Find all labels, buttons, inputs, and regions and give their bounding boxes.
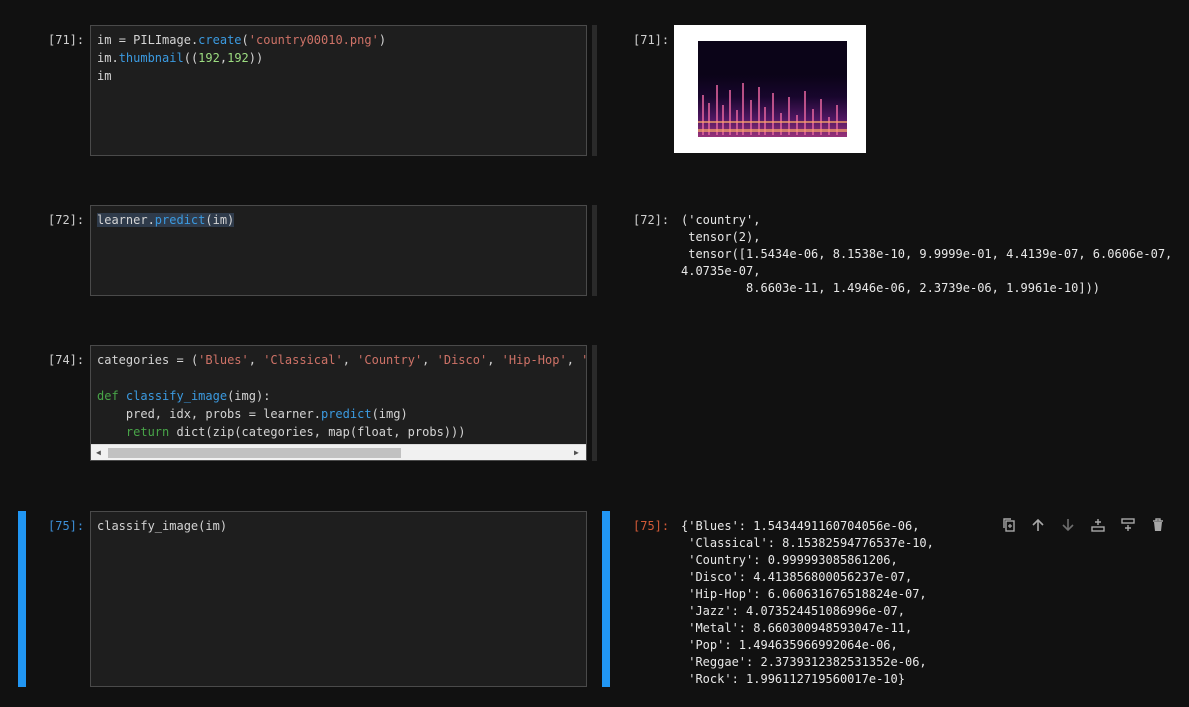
copy-icon[interactable]: [1001, 517, 1017, 533]
output-line: 8.6603e-11, 1.4946e-06, 2.3739e-06, 1.99…: [681, 281, 1101, 295]
code-line: categories = ('Blues', 'Classical', 'Cou…: [97, 353, 586, 367]
code-line: im: [97, 69, 112, 83]
cell-toolbar: [998, 517, 1168, 535]
cell-75-active-bar-left[interactable]: [18, 511, 26, 687]
output-line: 4.0735e-07,: [681, 264, 761, 278]
code-line: pred, idx, probs = learner.predict(img): [97, 407, 408, 421]
insert-above-icon[interactable]: [1090, 517, 1106, 533]
output-line: {'Blues': 1.5434491160704056e-06,: [681, 519, 920, 533]
output-line: ('country',: [681, 213, 761, 227]
output-line: 'Country': 0.999993085861206,: [681, 553, 898, 567]
cell-75-code-editor[interactable]: classify_image(im): [90, 511, 587, 687]
code-line: def classify_image(img):: [97, 389, 271, 403]
output-line: 'Metal': 8.660300948593047e-11,: [681, 621, 913, 635]
output-line: tensor(2),: [681, 230, 761, 244]
output-line: 'Hip-Hop': 6.060631676518824e-07,: [681, 587, 927, 601]
cell-72-code-editor[interactable]: learner.predict(im): [90, 205, 587, 296]
arrow-down-icon[interactable]: [1060, 517, 1076, 533]
scroll-left-icon[interactable]: ◀: [96, 448, 101, 457]
code-line: classify_image(im): [97, 519, 228, 533]
cell-75-in-prompt: [75]:: [48, 519, 85, 533]
output-line: 'Reggae': 2.3739312382531352e-06,: [681, 655, 927, 669]
output-line: 'Pop': 1.494635966992064e-06,: [681, 638, 898, 652]
code-line: learner.predict(im): [97, 213, 235, 227]
insert-below-icon[interactable]: [1120, 517, 1136, 533]
output-line: 'Jazz': 4.073524451086996e-07,: [681, 604, 905, 618]
scrollbar-thumb[interactable]: [108, 448, 401, 458]
cell-71-gutter[interactable]: [592, 25, 597, 156]
cell-71-code-editor[interactable]: im = PILImage.create('country00010.png')…: [90, 25, 587, 156]
cell-74-gutter[interactable]: [592, 345, 597, 461]
delete-icon[interactable]: [1150, 517, 1166, 533]
cell-72-out-prompt: [72]:: [633, 213, 670, 227]
spectrogram-image: [674, 25, 866, 153]
horizontal-scrollbar[interactable]: ◀ ▶: [91, 444, 586, 460]
cell-75-out-prompt: [75]:: [633, 519, 670, 533]
code-line: return dict(zip(categories, map(float, p…: [125, 425, 466, 439]
cell-75-active-bar-right[interactable]: [602, 511, 610, 687]
code-line: im = PILImage.create('country00010.png'): [97, 33, 387, 47]
cell-74-in-prompt: [74]:: [48, 353, 85, 367]
output-line: 'Rock': 1.996112719560017e-10}: [681, 672, 905, 686]
output-line: tensor([1.5434e-06, 8.1538e-10, 9.9999e-…: [681, 247, 1173, 261]
cell-72-gutter[interactable]: [592, 205, 597, 296]
arrow-up-icon[interactable]: [1030, 517, 1046, 533]
output-line: 'Disco': 4.413856800056237e-07,: [681, 570, 913, 584]
cell-71-in-prompt: [71]:: [48, 33, 85, 47]
cell-74-code-editor[interactable]: categories = ('Blues', 'Classical', 'Cou…: [90, 345, 587, 461]
output-line: 'Classical': 8.15382594776537e-10,: [681, 536, 934, 550]
code-line: im.thumbnail((192,192)): [97, 51, 264, 65]
scroll-right-icon[interactable]: ▶: [574, 448, 579, 457]
cell-72-in-prompt: [72]:: [48, 213, 85, 227]
cell-71-out-prompt: [71]:: [633, 33, 670, 47]
spectrogram-svg: [698, 41, 847, 137]
